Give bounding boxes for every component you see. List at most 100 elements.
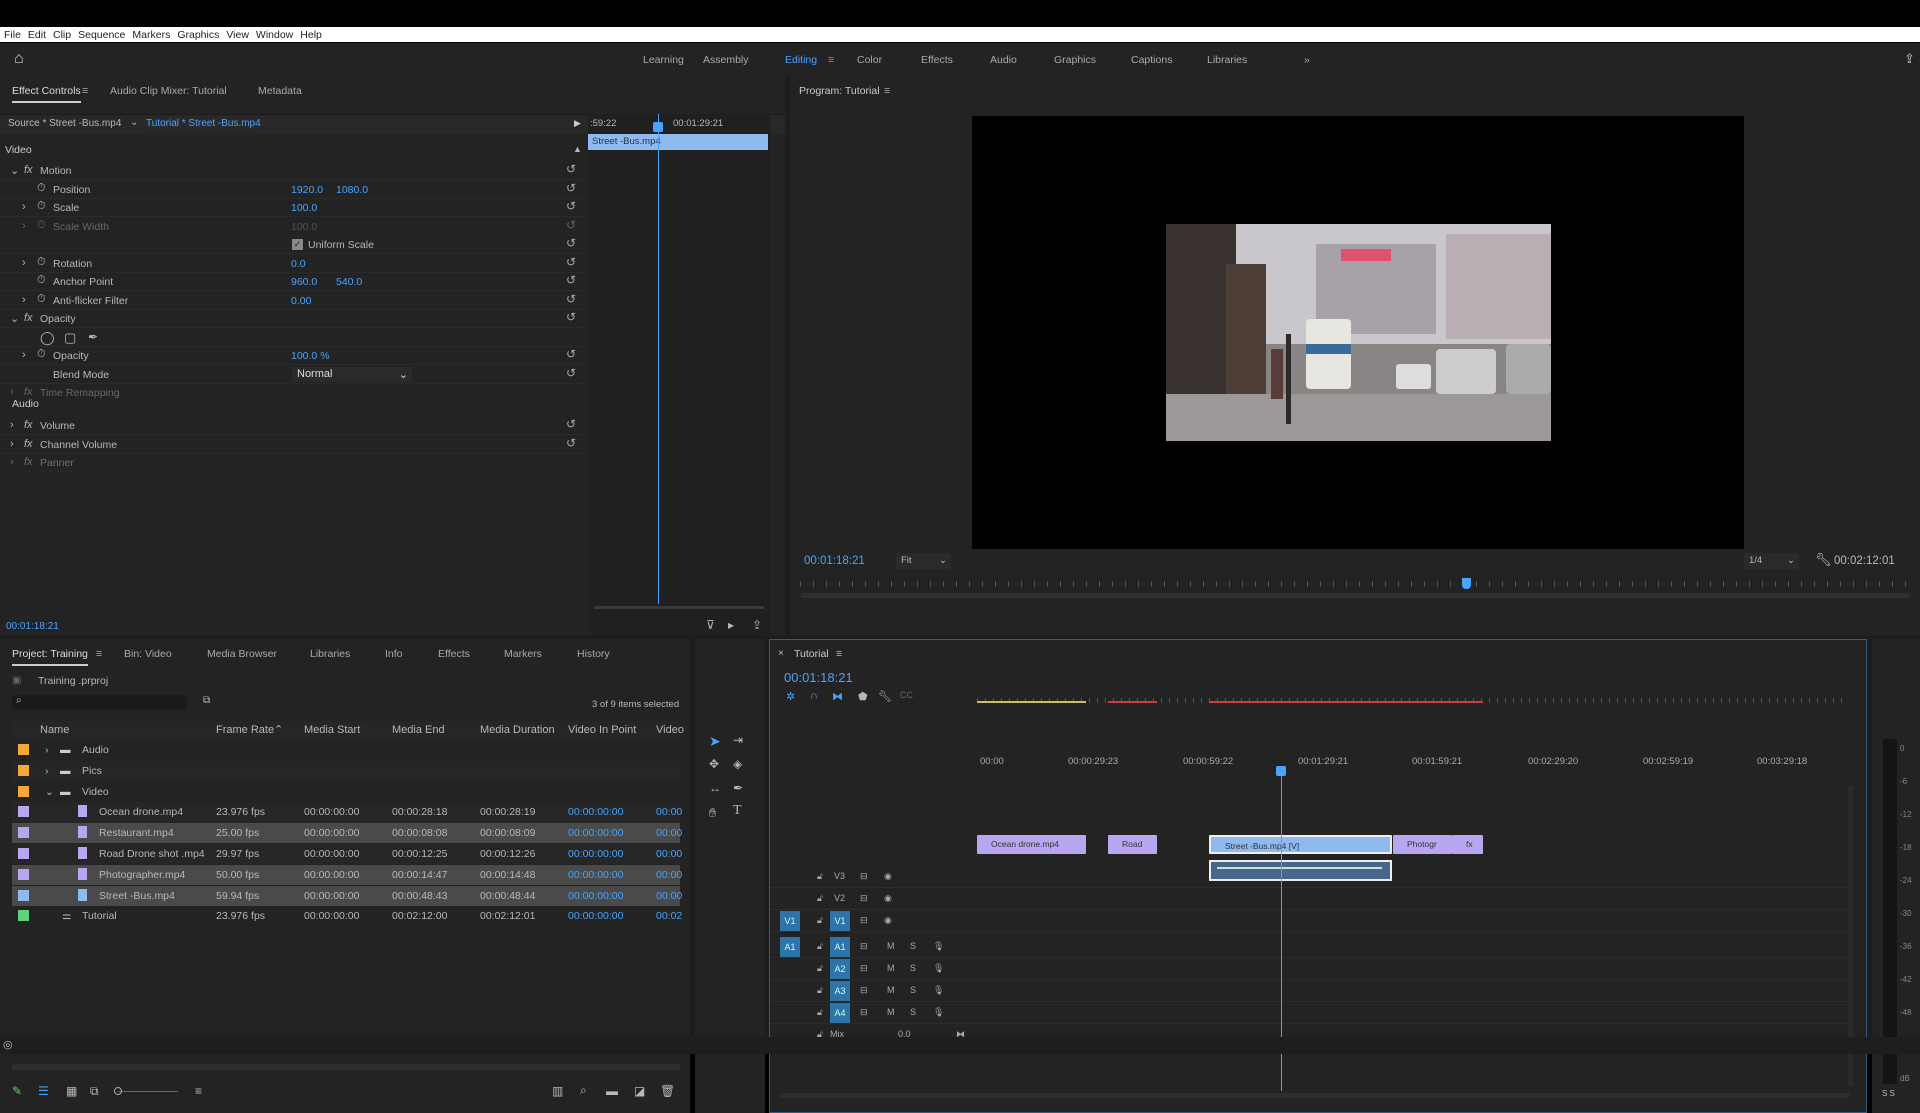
- source-patch-video[interactable]: V1: [780, 911, 800, 931]
- blend-mode-select[interactable]: Normal ⌄: [292, 366, 412, 382]
- effect-mini-timeline[interactable]: :59:22 00:01:29:21 Street -Bus.mp4: [588, 114, 770, 636]
- sequence-clip-dropdown[interactable]: Tutorial * Street -Bus.mp4: [146, 118, 261, 129]
- eye-icon[interactable]: ◉: [884, 893, 892, 904]
- stopwatch-icon[interactable]: ⏱︎: [37, 219, 46, 232]
- workspace-tab-libraries[interactable]: Libraries: [1207, 54, 1247, 66]
- solo-button[interactable]: S: [910, 963, 916, 973]
- tab-effects[interactable]: Effects: [438, 648, 470, 660]
- program-scrollbar[interactable]: [800, 593, 1910, 598]
- tab-history[interactable]: History: [577, 648, 610, 660]
- collapse-icon[interactable]: ▲: [573, 144, 582, 154]
- cell-v[interactable]: 00:00: [656, 827, 682, 839]
- reset-icon[interactable]: ↺: [566, 255, 576, 269]
- label-color-chip[interactable]: [18, 910, 29, 922]
- clip-road[interactable]: Road: [1108, 835, 1157, 854]
- menu-view[interactable]: View: [226, 29, 249, 41]
- reset-icon[interactable]: ↺: [566, 273, 576, 287]
- sync-lock-icon[interactable]: ⊟: [860, 985, 868, 996]
- source-patch-audio[interactable]: A1: [780, 937, 800, 957]
- mute-button[interactable]: M: [887, 985, 895, 995]
- cell-v[interactable]: 00:00: [656, 890, 682, 902]
- captions-icon[interactable]: CC: [900, 690, 913, 700]
- stopwatch-icon[interactable]: ⏱︎: [37, 200, 46, 213]
- tab-effect-controls[interactable]: Effect Controls: [12, 85, 81, 103]
- mini-clip[interactable]: Street -Bus.mp4: [588, 134, 768, 150]
- workspace-tab-color[interactable]: Color: [857, 54, 882, 66]
- sync-lock-icon[interactable]: ⊟: [860, 1007, 868, 1018]
- track-target-a2[interactable]: A2: [830, 959, 850, 979]
- project-search-input[interactable]: ⌕: [12, 695, 187, 710]
- cell-in[interactable]: 00:00:00:00: [568, 806, 623, 818]
- track-target-a3[interactable]: A3: [830, 981, 850, 1001]
- mute-button[interactable]: M: [887, 963, 895, 973]
- new-item-icon[interactable]: ◪: [634, 1084, 645, 1098]
- reset-icon[interactable]: ↺: [566, 292, 576, 306]
- column-header-video[interactable]: Video: [656, 724, 684, 736]
- zoom-level-select[interactable]: Fit ⌄: [896, 553, 951, 569]
- reset-icon[interactable]: ↺: [566, 436, 576, 450]
- wrench-icon[interactable]: 🔧︎: [1815, 552, 1832, 568]
- reset-icon[interactable]: ↺: [566, 417, 576, 431]
- workspace-tab-effects[interactable]: Effects: [921, 54, 953, 66]
- write-enabled-icon[interactable]: ✎: [12, 1084, 22, 1098]
- expand-chevron-icon[interactable]: ›: [45, 765, 49, 777]
- menu-file[interactable]: File: [4, 29, 21, 41]
- project-item-row[interactable]: ⌄ ▬ Video: [12, 782, 680, 802]
- horizontal-scrollbar[interactable]: [12, 1064, 680, 1070]
- clip-street-bus-video[interactable]: Street -Bus.mp4 [V]: [1209, 835, 1392, 854]
- freeform-view-icon[interactable]: ⧉: [90, 1084, 99, 1099]
- sync-lock-icon[interactable]: ⊟: [860, 871, 868, 882]
- column-header-frame-rate[interactable]: Frame Rate: [216, 724, 274, 736]
- column-header-media-end[interactable]: Media End: [392, 724, 445, 736]
- solo-button[interactable]: S: [910, 985, 916, 995]
- play-audio-icon[interactable]: ▸: [728, 618, 734, 632]
- rectangle-mask-icon[interactable]: ▢: [64, 330, 76, 346]
- close-icon[interactable]: ×: [778, 648, 784, 659]
- sort-icon[interactable]: ≡: [195, 1084, 202, 1098]
- reset-icon[interactable]: ↺: [566, 162, 576, 176]
- share-icon[interactable]: ⇪: [1904, 51, 1915, 67]
- reset-icon[interactable]: ↺: [566, 236, 576, 250]
- solo-button[interactable]: S: [910, 1007, 916, 1017]
- property-value[interactable]: 100.0: [291, 202, 317, 214]
- pen-tool-icon[interactable]: ✒: [733, 781, 743, 795]
- expand-chevron-icon[interactable]: ›: [22, 257, 26, 269]
- label-color-chip[interactable]: [18, 848, 29, 859]
- eye-icon[interactable]: ◉: [884, 915, 892, 926]
- linked-selection-icon[interactable]: ⧓: [832, 690, 843, 703]
- video-canvas[interactable]: [972, 116, 1744, 549]
- workspace-tab-editing[interactable]: Editing: [785, 54, 817, 66]
- filter-icon[interactable]: ⊽: [706, 618, 715, 632]
- cell-in[interactable]: 00:00:00:00: [568, 827, 623, 839]
- fx-toggle-icon[interactable]: fx: [24, 419, 33, 431]
- mute-button[interactable]: M: [887, 941, 895, 951]
- toggle-timeline-icon[interactable]: ▶: [574, 118, 581, 129]
- zoom-scrollbar[interactable]: [594, 606, 764, 609]
- fx-toggle-icon[interactable]: fx: [24, 164, 33, 176]
- reset-icon[interactable]: ↺: [566, 347, 576, 361]
- razor-tool-icon[interactable]: ◈: [733, 757, 742, 771]
- timeline-zoom-scrollbar[interactable]: [780, 1093, 1850, 1098]
- menu-clip[interactable]: Clip: [53, 29, 71, 41]
- column-header-name[interactable]: Name: [40, 724, 69, 736]
- sync-lock-icon[interactable]: ⊟: [860, 915, 868, 926]
- track-target-v2[interactable]: V2: [834, 893, 845, 903]
- cell-in[interactable]: 00:00:00:00: [568, 910, 623, 922]
- clip-ocean-drone[interactable]: Ocean drone.mp4: [977, 835, 1086, 854]
- solo-button[interactable]: S: [910, 941, 916, 951]
- nest-icon[interactable]: ✲: [786, 690, 795, 703]
- sync-lock-icon[interactable]: ⊟: [860, 893, 868, 904]
- clip-street-bus-audio[interactable]: [1209, 860, 1392, 881]
- lock-icon[interactable]: 🔓︎: [817, 893, 823, 904]
- reset-icon[interactable]: ↺: [566, 181, 576, 195]
- cell-v[interactable]: 00:02: [656, 910, 682, 922]
- microphone-icon[interactable]: 🎙︎: [933, 963, 944, 974]
- fx-toggle-icon[interactable]: fx: [24, 312, 33, 324]
- expand-chevron-icon[interactable]: ›: [10, 419, 14, 431]
- menu-window[interactable]: Window: [256, 29, 293, 41]
- program-monitor-tab[interactable]: Program: Tutorial: [799, 85, 880, 97]
- label-color-chip[interactable]: [18, 806, 29, 818]
- stopwatch-icon[interactable]: ⏱︎: [37, 348, 46, 361]
- expand-chevron-icon[interactable]: ›: [22, 220, 26, 232]
- menu-markers[interactable]: Markers: [132, 29, 170, 41]
